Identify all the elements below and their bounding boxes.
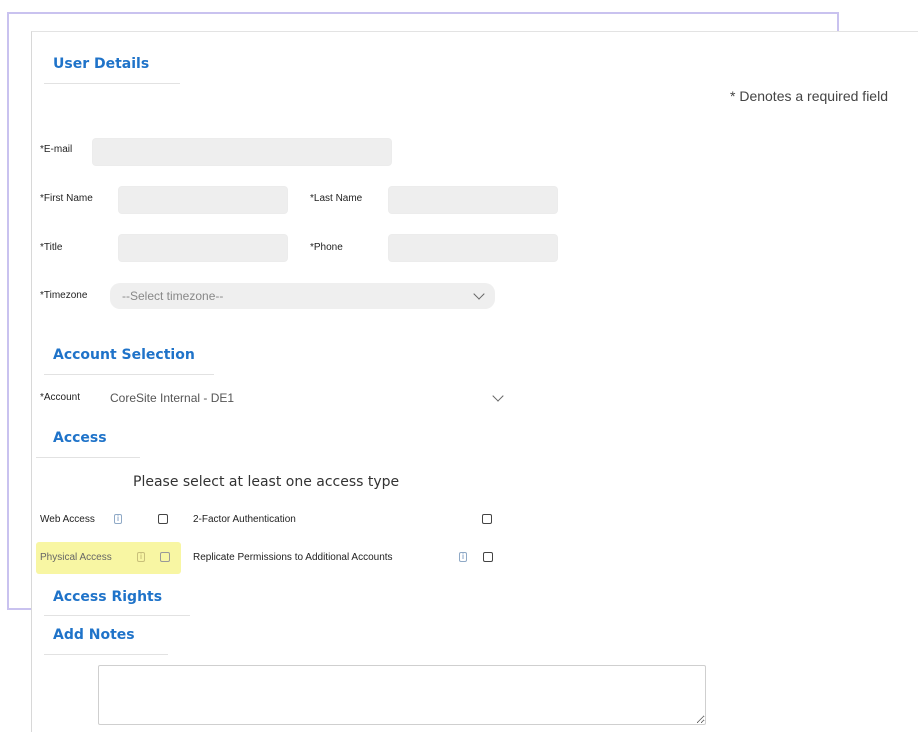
add-notes-heading: Add Notes — [53, 627, 135, 643]
section-divider — [44, 654, 168, 655]
user-details-heading: User Details — [53, 56, 150, 72]
first-name-field[interactable] — [118, 186, 288, 214]
account-selected-value: CoreSite Internal - DE1 — [110, 391, 235, 405]
account-select[interactable]: CoreSite Internal - DE1 — [110, 388, 504, 408]
email-field[interactable] — [92, 138, 392, 166]
access-heading: Access — [53, 430, 107, 446]
physical-access-label: Physical Access — [40, 552, 112, 563]
timezone-selected-value: --Select timezone-- — [122, 289, 224, 303]
chevron-down-icon — [492, 390, 504, 402]
last-name-label: *Last Name — [310, 193, 363, 204]
access-rights-heading[interactable]: Access Rights — [53, 589, 162, 605]
web-access-checkbox[interactable] — [158, 514, 168, 524]
phone-label: *Phone — [310, 242, 343, 253]
access-hint: Please select at least one access type — [133, 474, 400, 490]
title-field[interactable] — [118, 234, 288, 262]
account-label: *Account — [40, 392, 81, 403]
user-form-panel — [31, 31, 918, 732]
info-icon[interactable]: i — [137, 552, 145, 562]
info-icon[interactable]: i — [114, 514, 122, 524]
timezone-label: *Timezone — [40, 290, 88, 301]
section-divider — [44, 83, 180, 84]
account-selection-heading: Account Selection — [53, 347, 195, 363]
web-access-label: Web Access — [40, 514, 95, 525]
timezone-select[interactable]: --Select timezone-- — [110, 283, 495, 309]
notes-textarea[interactable] — [98, 665, 706, 725]
last-name-field[interactable] — [388, 186, 558, 214]
two-factor-label: 2-Factor Authentication — [193, 514, 296, 525]
title-label: *Title — [40, 242, 63, 253]
section-divider — [44, 615, 190, 616]
phone-field[interactable] — [388, 234, 558, 262]
two-factor-checkbox[interactable] — [482, 514, 492, 524]
replicate-permissions-label: Replicate Permissions to Additional Acco… — [193, 552, 393, 563]
email-label: *E-mail — [40, 144, 73, 155]
required-field-note: * Denotes a required field — [730, 88, 888, 104]
section-divider — [44, 374, 214, 375]
first-name-label: *First Name — [40, 193, 93, 204]
info-icon[interactable]: i — [459, 552, 467, 562]
physical-access-checkbox[interactable] — [160, 552, 170, 562]
section-divider — [36, 457, 140, 458]
chevron-down-icon — [473, 288, 485, 300]
replicate-permissions-checkbox[interactable] — [483, 552, 493, 562]
